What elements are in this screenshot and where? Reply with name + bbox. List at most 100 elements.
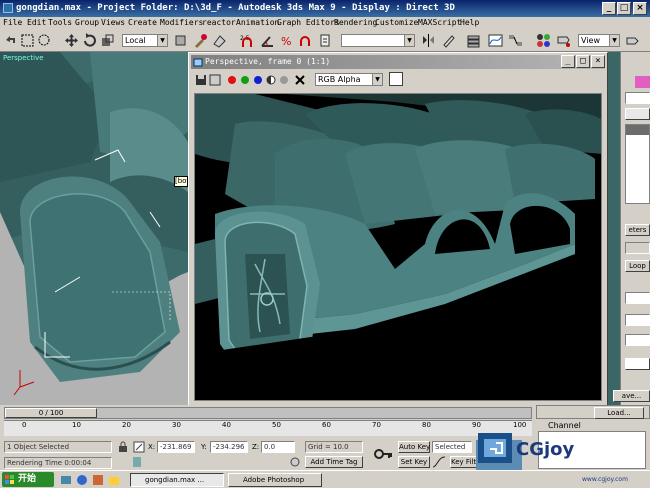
- scale-icon[interactable]: [100, 33, 115, 48]
- menu-group[interactable]: Group: [75, 18, 99, 27]
- menu-tools[interactable]: Tools: [48, 18, 72, 27]
- snap-toggle-icon[interactable]: 2.5: [240, 33, 255, 48]
- pivot-center-icon[interactable]: [173, 33, 188, 48]
- mirror-icon[interactable]: [421, 33, 436, 48]
- render-minimize-button[interactable]: _: [561, 55, 575, 68]
- render-maximize-button[interactable]: □: [576, 55, 590, 68]
- time-slider-thumb[interactable]: 0 / 100: [5, 408, 97, 418]
- menu-maxscript[interactable]: MAXScript: [418, 18, 461, 27]
- quicklaunch-media-icon[interactable]: [92, 474, 104, 486]
- monochrome-icon[interactable]: [278, 74, 290, 86]
- absolute-mode-icon[interactable]: [133, 441, 145, 453]
- close-button[interactable]: ×: [633, 2, 647, 15]
- loop-button[interactable]: Loop: [625, 260, 650, 272]
- menu-animation[interactable]: Animation: [236, 18, 279, 27]
- lock-icon[interactable]: [118, 441, 128, 453]
- key-icon[interactable]: [373, 444, 393, 464]
- load-button[interactable]: Load...: [594, 407, 644, 419]
- clear-icon[interactable]: [294, 74, 306, 86]
- lasso-select-icon[interactable]: [37, 33, 52, 48]
- maxscript-listener-icon[interactable]: [132, 456, 142, 468]
- coord-system-dropdown[interactable]: Local ▼: [122, 34, 168, 47]
- curve-editor-icon[interactable]: [488, 33, 503, 48]
- material-editor-icon[interactable]: [536, 33, 551, 48]
- blue-channel-icon[interactable]: [252, 74, 264, 86]
- menu-rendering[interactable]: Rendering: [334, 18, 377, 27]
- alpha-channel-icon[interactable]: [265, 74, 277, 86]
- named-selection-dropdown[interactable]: ▼: [341, 34, 415, 47]
- menu-edit[interactable]: Edit: [27, 18, 46, 27]
- param-field-5[interactable]: [625, 358, 650, 370]
- undo-icon[interactable]: [3, 33, 18, 48]
- quicklaunch-ie-icon[interactable]: [76, 474, 88, 486]
- save-button[interactable]: ave...: [613, 390, 650, 402]
- display-channel-dropdown[interactable]: RGB Alpha ▼: [315, 73, 383, 86]
- menu-graph-editors[interactable]: Graph Editors: [277, 18, 340, 27]
- quicklaunch-folder-icon[interactable]: [108, 474, 120, 486]
- save-image-icon[interactable]: [195, 74, 207, 86]
- minimize-button[interactable]: _: [602, 2, 616, 15]
- param-field-3[interactable]: [625, 314, 650, 326]
- key-mode-dropdown[interactable]: Selected: [432, 441, 472, 453]
- modifier-list-dropdown[interactable]: [625, 108, 650, 120]
- param-field-4[interactable]: [625, 334, 650, 346]
- angle-snap-icon[interactable]: [260, 33, 275, 48]
- name-field[interactable]: [625, 92, 650, 104]
- rotate-icon[interactable]: [82, 33, 97, 48]
- task-photoshop[interactable]: Adobe Photoshop: [228, 473, 322, 487]
- schematic-view-icon[interactable]: [508, 33, 523, 48]
- quick-render-icon[interactable]: [625, 33, 640, 48]
- app-icon: [3, 3, 13, 13]
- tick-label: 70: [372, 421, 381, 429]
- viewport-perspective[interactable]: Perspective [bot: [0, 52, 188, 405]
- command-panel: eters Loop ave...: [613, 52, 650, 405]
- viewport-right-edge[interactable]: [606, 52, 620, 405]
- z-coord-field[interactable]: 0.0: [261, 441, 295, 453]
- green-channel-icon[interactable]: [239, 74, 251, 86]
- red-channel-icon[interactable]: [226, 74, 238, 86]
- menu-reactor[interactable]: reactor: [202, 18, 236, 27]
- modifier-stack[interactable]: [625, 124, 650, 204]
- pixel-color-swatch[interactable]: [389, 72, 403, 86]
- watermark-text: CGjoy: [516, 439, 575, 460]
- stack-item-selected[interactable]: [626, 125, 649, 135]
- select-manipulate-icon[interactable]: [193, 33, 208, 48]
- keyboard-shortcut-icon[interactable]: [212, 33, 227, 48]
- auto-key-button[interactable]: Auto Key: [398, 441, 430, 453]
- render-view-dropdown[interactable]: View ▼: [578, 34, 620, 47]
- move-icon[interactable]: [64, 33, 79, 48]
- spinner-snap-icon[interactable]: [298, 33, 313, 48]
- param-field-2[interactable]: [625, 292, 650, 304]
- percent-snap-icon[interactable]: %: [280, 33, 295, 48]
- param-field-1[interactable]: [625, 242, 650, 254]
- align-icon[interactable]: [441, 33, 456, 48]
- track-bar[interactable]: 0 10 20 30 40 50 60 70 80 90 100: [4, 420, 532, 436]
- menu-customize[interactable]: Customize: [375, 18, 418, 27]
- set-key-button[interactable]: Set Key: [398, 456, 430, 468]
- chevron-down-icon: ▼: [372, 74, 382, 85]
- menu-create[interactable]: Create: [128, 18, 157, 27]
- y-coord-field[interactable]: -234.296: [210, 441, 248, 453]
- clone-window-icon[interactable]: [209, 74, 221, 86]
- add-time-tag-button[interactable]: Add Time Tag: [305, 456, 363, 468]
- task-3dsmax[interactable]: gongdian.max ...: [130, 473, 224, 487]
- time-slider-track[interactable]: 0 / 100: [4, 407, 532, 419]
- layer-manager-icon[interactable]: [466, 33, 481, 48]
- quicklaunch-desktop-icon[interactable]: [60, 474, 72, 486]
- menu-file[interactable]: File: [3, 18, 22, 27]
- menu-help[interactable]: Help: [460, 18, 479, 27]
- render-scene-icon[interactable]: [556, 33, 571, 48]
- timeline: 0 / 100 0 10 20 30 40 50 60 70 80 90 100: [0, 405, 536, 438]
- maximize-button[interactable]: □: [617, 2, 631, 15]
- viewport-label[interactable]: Perspective: [3, 54, 44, 62]
- select-region-icon[interactable]: [20, 33, 35, 48]
- color-swatch[interactable]: [635, 76, 650, 88]
- render-close-button[interactable]: ×: [591, 55, 605, 68]
- key-tangent-icon[interactable]: [432, 456, 446, 468]
- menu-modifiers[interactable]: Modifiers: [160, 18, 203, 27]
- x-coord-field[interactable]: -231.869: [157, 441, 195, 453]
- rollout-parameters[interactable]: eters: [625, 224, 650, 236]
- time-tag-icon[interactable]: [289, 456, 301, 468]
- menu-views[interactable]: Views: [101, 18, 125, 27]
- named-selection-icon[interactable]: [318, 33, 333, 48]
